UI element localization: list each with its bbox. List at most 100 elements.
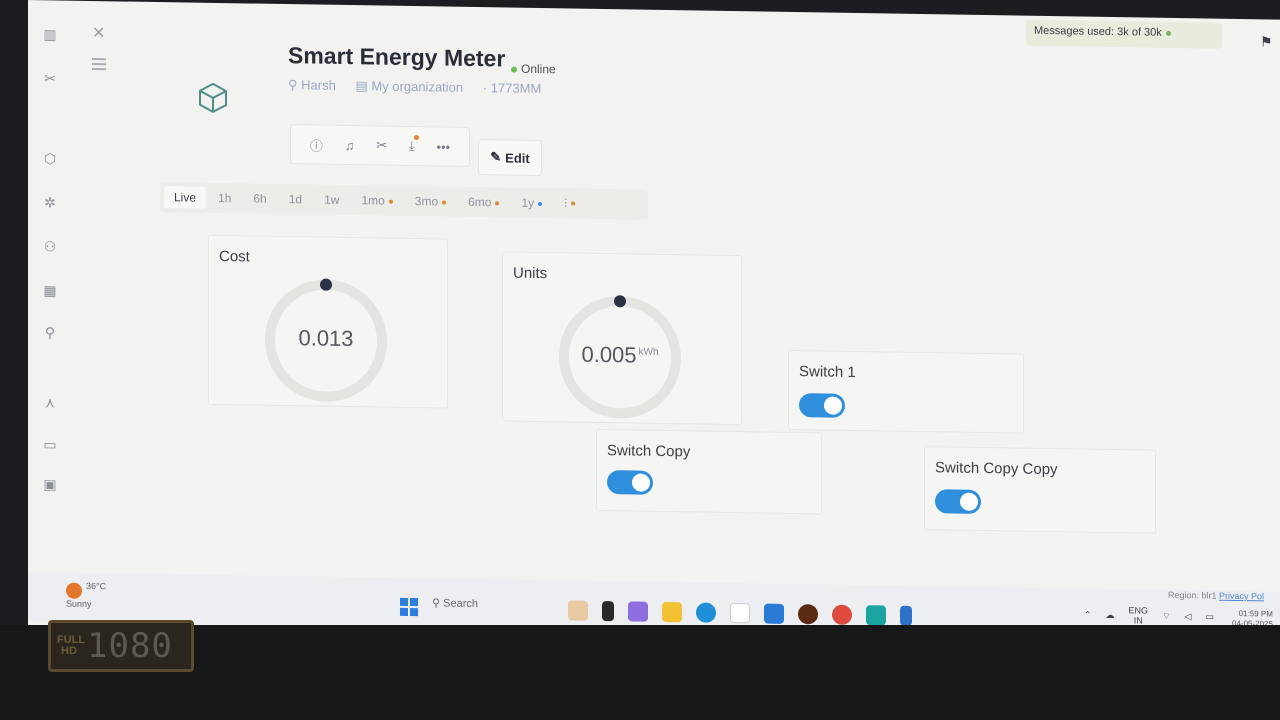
- edit-button[interactable]: ✎ Edit: [478, 139, 542, 177]
- cost-widget[interactable]: Cost 0.013: [208, 234, 448, 409]
- status-badge: Online: [511, 61, 556, 77]
- copilot-icon[interactable]: [628, 601, 648, 622]
- notepad-icon[interactable]: [730, 603, 750, 624]
- brave-icon[interactable]: [798, 604, 818, 625]
- edit-icon: ✎: [490, 149, 502, 165]
- location-icon[interactable]: ⚲: [40, 324, 60, 344]
- sliders-icon: ⫶: [564, 195, 568, 210]
- organization-icon[interactable]: ▦: [40, 282, 60, 302]
- tools-icon[interactable]: ✂: [40, 70, 60, 90]
- system-tray: ⌃ ☁ ENG IN ⌔ ◁ ▭: [1084, 605, 1214, 627]
- tools-icon[interactable]: ✂: [376, 137, 387, 153]
- devices-icon[interactable]: ⬡: [40, 150, 60, 170]
- switch1-widget: Switch 1: [788, 349, 1024, 434]
- search-icon: ⚲: [432, 597, 441, 610]
- taskbar-search[interactable]: ⚲ Search: [432, 596, 478, 610]
- messages-icon[interactable]: ▭: [40, 436, 60, 456]
- organization-link[interactable]: ▤ My organization: [355, 78, 471, 95]
- gauge-value-wrap: 0.005 kWh: [555, 341, 685, 369]
- download-badge: [413, 135, 419, 141]
- lang-bottom: IN: [1133, 615, 1143, 626]
- toggle-knob: [960, 492, 978, 511]
- time-range-label: 1d: [288, 192, 303, 207]
- search-placeholder: Search: [443, 597, 478, 611]
- close-icon[interactable]: ✕: [92, 23, 105, 43]
- gauge-value: 0.005: [581, 341, 637, 368]
- switch-copy-copy-toggle[interactable]: [935, 489, 981, 514]
- more-icon[interactable]: •••: [436, 139, 450, 154]
- switch1-toggle[interactable]: [799, 393, 845, 418]
- users-icon[interactable]: ⚇: [40, 238, 60, 258]
- announcement-icon[interactable]: ⚑: [1260, 33, 1273, 50]
- time-range-1y[interactable]: 1y: [511, 192, 552, 215]
- developer-icon[interactable]: ⋏: [40, 394, 60, 414]
- menu-icon[interactable]: [92, 55, 106, 73]
- time-range-1d[interactable]: 1d: [279, 188, 312, 211]
- edit-label: Edit: [505, 149, 530, 166]
- automation-icon[interactable]: ✲: [40, 194, 60, 214]
- time-range-1mo[interactable]: 1mo: [351, 189, 402, 212]
- time-range-1h[interactable]: 1h: [208, 187, 241, 210]
- info-icon[interactable]: ⓘ: [310, 135, 323, 154]
- download-icon[interactable]: ⤓: [409, 135, 419, 154]
- widget-title: Switch Copy Copy: [935, 459, 1058, 479]
- wifi-icon[interactable]: ⌔: [1162, 610, 1170, 621]
- taskbar-apps: [568, 600, 912, 626]
- weather-widget[interactable]: 36°C Sunny: [66, 581, 106, 611]
- weather-temp: 36°C: [86, 580, 107, 592]
- switch-copy-copy-widget: Switch Copy Copy: [924, 446, 1156, 534]
- units-gauge: 0.005 kWh: [555, 291, 685, 423]
- status-text: Online: [521, 61, 556, 77]
- cloud-icon[interactable]: ☁: [1106, 609, 1115, 620]
- edge-icon[interactable]: [696, 602, 716, 623]
- chevron-up-icon[interactable]: ⌃: [1084, 609, 1092, 620]
- time-range-label: 3mo: [414, 194, 439, 209]
- screen: ▥ ✂ ⬡ ✲ ⚇ ▦ ⚲ ⋏ ▭ ▣ ✕ Messages used: 3k …: [28, 0, 1280, 650]
- time-range-3mo[interactable]: 3mo: [405, 190, 456, 213]
- owner-name: Harsh: [301, 77, 336, 93]
- inbox-icon[interactable]: ▣: [40, 476, 60, 496]
- file-explorer-icon[interactable]: [662, 601, 682, 623]
- units-widget[interactable]: Units 0.005 kWh: [502, 251, 742, 426]
- gauge-unit: kWh: [638, 346, 659, 358]
- arduino-icon[interactable]: [866, 605, 886, 626]
- custom-range-button[interactable]: ⫶: [554, 192, 585, 215]
- time-range-selector: Live 1h 6h 1d 1w 1mo 3mo 6mo 1y ⫶: [160, 182, 648, 220]
- region-text: Region: blr1: [1168, 589, 1217, 601]
- chrome-icon[interactable]: [832, 604, 852, 625]
- taskview-icon[interactable]: [602, 601, 614, 622]
- organization-name: My organization: [371, 78, 464, 95]
- dashboard-icon[interactable]: ▥: [40, 26, 60, 46]
- time-range-label: 1mo: [361, 193, 385, 208]
- privacy-link[interactable]: Privacy Pol: [1219, 591, 1264, 602]
- bell-icon[interactable]: ♫: [345, 137, 355, 152]
- time-range-6h[interactable]: 6h: [243, 187, 276, 210]
- vscode-icon[interactable]: [764, 603, 784, 624]
- widget-title: Units: [513, 264, 548, 283]
- toggle-knob: [632, 473, 650, 492]
- time-range-live[interactable]: Live: [164, 186, 207, 209]
- time-range-label: 6mo: [468, 194, 492, 210]
- sticker-small-text: FULL HD: [57, 634, 86, 657]
- clock-time: 01:59 PM: [1238, 609, 1273, 619]
- switch-copy-toggle[interactable]: [607, 470, 653, 495]
- owner-link[interactable]: ⚲ Harsh: [288, 77, 344, 93]
- full-hd-sticker: FULL HD 1080: [48, 620, 194, 672]
- widget-title: Cost: [219, 248, 250, 266]
- device-code: · 1773MM: [482, 80, 542, 97]
- time-range-label: 6h: [253, 191, 267, 206]
- device-cube-icon: [199, 82, 227, 113]
- document-app-icon[interactable]: [900, 605, 912, 626]
- time-range-1w[interactable]: 1w: [314, 188, 349, 211]
- windows-start-icon[interactable]: [400, 597, 418, 617]
- time-range-6mo[interactable]: 6mo: [458, 191, 509, 214]
- messages-usage-badge[interactable]: Messages used: 3k of 30k: [1026, 19, 1222, 49]
- landscape-app-icon[interactable]: [568, 600, 588, 621]
- premium-dot: [495, 201, 500, 206]
- time-range-label: 1h: [218, 190, 232, 206]
- language-indicator[interactable]: ENG IN: [1129, 605, 1149, 625]
- usage-status-dot: [1165, 30, 1171, 36]
- volume-icon[interactable]: ◁: [1185, 611, 1192, 622]
- battery-icon[interactable]: ▭: [1205, 611, 1214, 622]
- premium-dot: [538, 201, 543, 206]
